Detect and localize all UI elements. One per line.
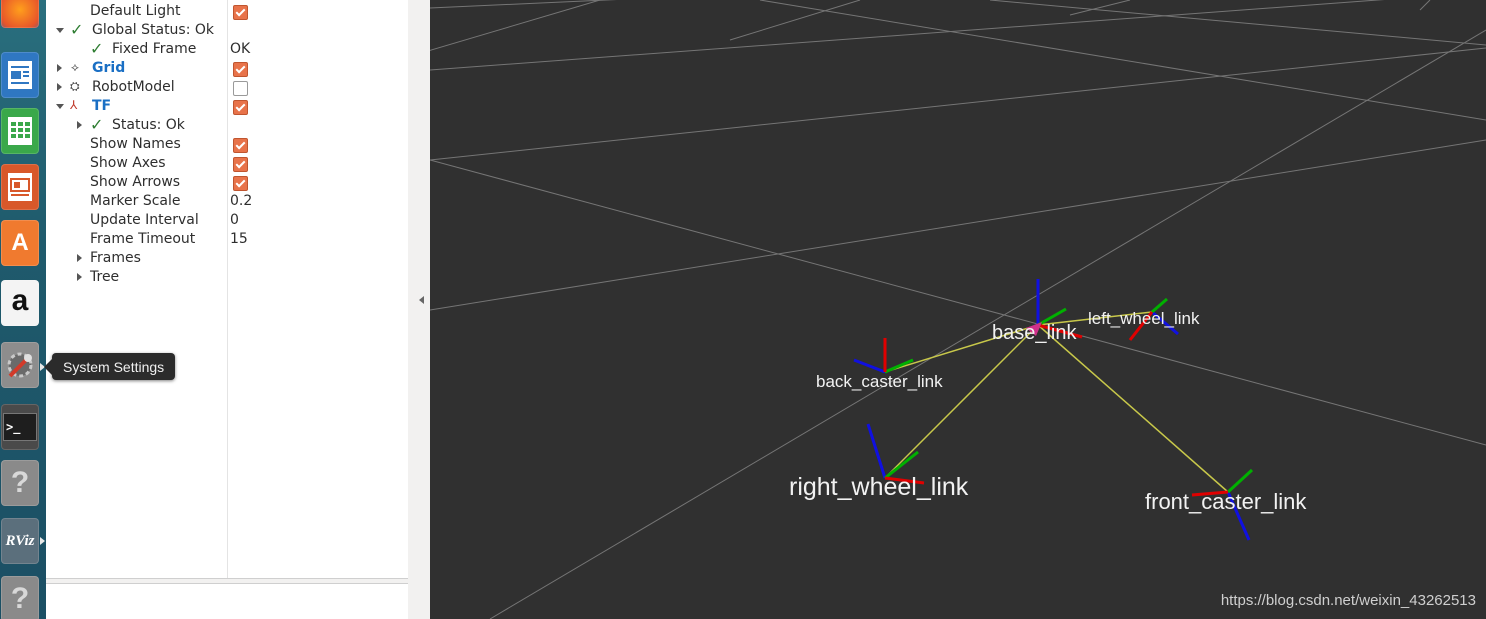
collapse-arrow-icon[interactable] (419, 296, 424, 304)
expand-icon[interactable] (57, 64, 62, 72)
display-row-frame-timeout[interactable]: Frame Timeout 15 (46, 230, 408, 249)
desktop: A a >_ ? RViz ? Default Light ✓ Global S… (0, 0, 1486, 619)
row-label: TF (92, 98, 112, 114)
grid-checkbox[interactable] (233, 62, 248, 77)
row-label: Show Arrows (90, 174, 181, 190)
displays-panel: Default Light ✓ Global Status: Ok ✓ Fixe… (46, 0, 409, 579)
launcher-terminal[interactable]: >_ (0, 402, 40, 452)
software-center-icon: A (11, 229, 29, 256)
rviz-icon: RViz (5, 532, 35, 549)
frame-label-left-wheel-link[interactable]: left_wheel_link (1088, 309, 1200, 329)
launcher-calc[interactable] (0, 106, 40, 156)
amazon-icon: a (11, 284, 29, 317)
launcher-system-settings[interactable] (0, 340, 40, 390)
display-row-marker-scale[interactable]: Marker Scale 0.2 (46, 192, 408, 211)
launcher-impress[interactable] (0, 162, 40, 212)
render-view-3d[interactable]: base_link left_wheel_link back_caster_li… (430, 0, 1486, 619)
frame-timeout-value[interactable]: 15 (230, 231, 248, 247)
show-axes-checkbox[interactable] (233, 157, 248, 172)
unity-launcher: A a >_ ? RViz ? (0, 0, 46, 619)
row-label: Grid (92, 60, 126, 76)
launcher-unknown-app-2[interactable]: ? (0, 574, 40, 619)
watermark-url: https://blog.csdn.net/weixin_43262513 (1220, 592, 1476, 609)
system-settings-tooltip: System Settings (43, 353, 176, 380)
frame-label-base-link[interactable]: base_link (992, 322, 1077, 345)
display-row-grid[interactable]: ⟡ Grid (46, 59, 408, 78)
display-row-fixed-frame[interactable]: ✓ Fixed Frame OK (46, 39, 408, 59)
update-interval-value[interactable]: 0 (230, 212, 239, 228)
grid-and-tf-canvas (430, 0, 1486, 619)
system-settings-icon (7, 352, 33, 378)
status-ok-icon: ✓ (90, 39, 104, 58)
panel-splitter[interactable] (408, 0, 430, 619)
unknown-app-icon-2: ? (10, 582, 30, 615)
row-label: Marker Scale (90, 193, 181, 209)
row-label: Status: Ok (112, 117, 185, 133)
expand-icon[interactable] (77, 121, 82, 129)
tf-axes-icon: ⅄ (70, 98, 78, 112)
show-arrows-checkbox[interactable] (233, 176, 248, 191)
impress-icon (8, 173, 32, 201)
collapse-icon[interactable] (56, 28, 64, 33)
display-row-show-arrows[interactable]: Show Arrows (46, 173, 408, 192)
launcher-firefox[interactable] (0, 0, 40, 30)
row-label: Default Light (90, 3, 181, 19)
row-label: Show Axes (90, 155, 166, 171)
launcher-rviz[interactable]: RViz (0, 516, 40, 566)
display-row-frames[interactable]: Frames (46, 249, 408, 268)
marker-scale-value[interactable]: 0.2 (230, 193, 252, 209)
calc-icon (8, 117, 32, 145)
default-light-checkbox[interactable] (233, 5, 248, 20)
display-row-tf-status[interactable]: ✓ Status: Ok (46, 115, 408, 135)
launcher-writer[interactable] (0, 50, 40, 100)
launcher-unknown-app[interactable]: ? (0, 458, 40, 508)
property-description-panel (46, 583, 409, 619)
unknown-app-icon: ? (10, 466, 30, 499)
row-label: Global Status: Ok (92, 22, 215, 38)
display-row-update-interval[interactable]: Update Interval 0 (46, 211, 408, 230)
expand-icon[interactable] (77, 273, 82, 281)
frame-label-back-caster-link[interactable]: back_caster_link (816, 372, 943, 392)
grid (430, 0, 1486, 619)
display-row-global-status[interactable]: ✓ Global Status: Ok (46, 20, 408, 40)
launcher-amazon[interactable]: a (0, 278, 40, 328)
row-label: Frame Timeout (90, 231, 196, 247)
tf-checkbox[interactable] (233, 100, 248, 115)
launcher-software-center[interactable]: A (0, 218, 40, 268)
collapse-icon[interactable] (56, 104, 64, 109)
row-label: Update Interval (90, 212, 199, 228)
expand-icon[interactable] (57, 83, 62, 91)
row-label: RobotModel (92, 79, 175, 95)
grid-icon: ⟡ (71, 60, 79, 74)
row-value: OK (230, 41, 251, 57)
display-row-robotmodel[interactable]: ⛭ RobotModel (46, 78, 408, 97)
row-label: Frames (90, 250, 141, 266)
display-row-tf[interactable]: ⅄ TF (46, 97, 408, 116)
display-row-show-axes[interactable]: Show Axes (46, 154, 408, 173)
terminal-icon: >_ (6, 420, 21, 434)
frame-label-right-wheel-link[interactable]: right_wheel_link (789, 473, 968, 502)
row-label: Tree (90, 269, 120, 285)
display-row-tree[interactable]: Tree (46, 268, 408, 287)
status-ok-icon: ✓ (90, 115, 104, 134)
row-label: Fixed Frame (112, 41, 197, 57)
frame-label-front-caster-link[interactable]: front_caster_link (1145, 489, 1306, 515)
robot-model-icon: ⛭ (70, 79, 80, 93)
expand-icon[interactable] (77, 254, 82, 262)
display-row-show-names[interactable]: Show Names (46, 135, 408, 154)
show-names-checkbox[interactable] (233, 138, 248, 153)
writer-icon (8, 61, 32, 89)
robotmodel-checkbox[interactable] (233, 81, 248, 96)
launcher-running-arrow (40, 537, 45, 545)
row-label: Show Names (90, 136, 181, 152)
display-row-default-light[interactable]: Default Light (46, 2, 408, 21)
status-ok-icon: ✓ (70, 20, 84, 39)
